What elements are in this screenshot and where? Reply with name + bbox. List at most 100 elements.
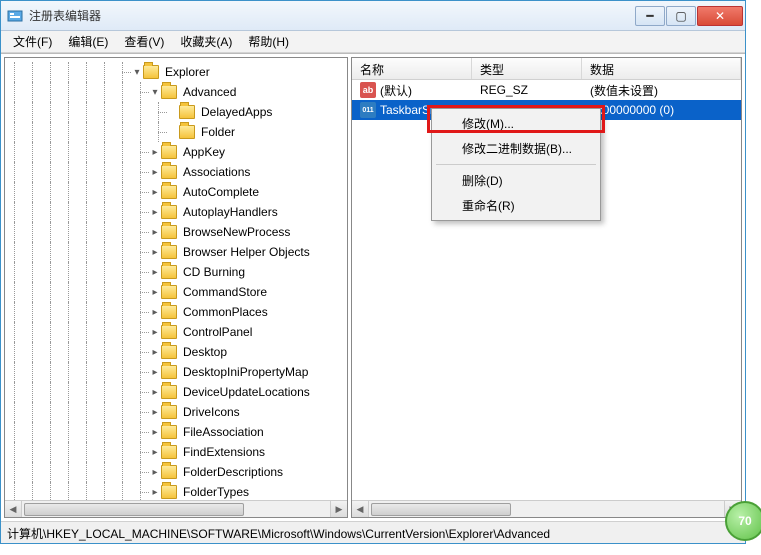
value-data: (数值未设置): [590, 82, 658, 99]
tree-toggle-icon[interactable]: ▾: [149, 87, 161, 98]
tree-item[interactable]: ▸Browser Helper Objects: [5, 242, 347, 262]
value-string-icon: [360, 82, 376, 98]
tree-item-label: BrowseNewProcess: [181, 225, 292, 239]
tree-item[interactable]: ▸CD Burning: [5, 262, 347, 282]
col-data[interactable]: 数据: [582, 58, 741, 79]
value-type: REG_SZ: [480, 83, 528, 97]
tree-item[interactable]: ▸CommandStore: [5, 282, 347, 302]
tree-item[interactable]: ▸ BrowseNewProcess: [5, 222, 347, 242]
tree-item-label: CommonPlaces: [181, 305, 270, 319]
tree-item-label: FileAssociation: [181, 425, 266, 439]
cm-rename[interactable]: 重命名(R): [434, 193, 598, 218]
tree[interactable]: ▾Explorer▾AdvancedDelayedAppsFolder▸AppK…: [5, 58, 347, 506]
maximize-button[interactable]: ▢: [666, 6, 696, 26]
tree-toggle-icon[interactable]: ▸: [149, 287, 161, 298]
folder-icon: [161, 485, 177, 499]
tree-item[interactable]: ▸ FolderDescriptions: [5, 462, 347, 482]
tree-item-label: FolderTypes: [181, 485, 251, 499]
folder-icon: [161, 245, 177, 259]
list-hscroll[interactable]: ◀ ▶: [352, 500, 741, 517]
tree-toggle-icon[interactable]: ▸: [149, 467, 161, 478]
tree-item[interactable]: Folder: [5, 122, 347, 142]
folder-icon: [161, 265, 177, 279]
tree-item-label: DesktopIniPropertyMap: [181, 365, 310, 379]
tree-toggle-icon[interactable]: ▸: [149, 167, 161, 178]
tree-toggle-icon[interactable]: ▸: [149, 147, 161, 158]
scroll-thumb[interactable]: [371, 503, 511, 516]
tree-toggle-icon[interactable]: ▸: [149, 427, 161, 438]
tree-item[interactable]: ▸ DesktopIniPropertyMap: [5, 362, 347, 382]
value-dword-icon: [360, 102, 376, 118]
folder-icon: [161, 325, 177, 339]
tree-item[interactable]: ▸ FolderTypes: [5, 482, 347, 502]
tree-item-label: FolderDescriptions: [181, 465, 285, 479]
folder-icon: [179, 125, 195, 139]
tree-item[interactable]: ▾ Advanced: [5, 82, 347, 102]
tree-item[interactable]: ▸DeviceUpdateLocations: [5, 382, 347, 402]
close-button[interactable]: ✕: [697, 6, 743, 26]
tree-toggle-icon[interactable]: ▸: [149, 207, 161, 218]
tree-toggle-icon[interactable]: ▸: [149, 227, 161, 238]
folder-icon: [161, 285, 177, 299]
folder-icon: [161, 405, 177, 419]
folder-icon: [161, 145, 177, 159]
window-title: 注册表编辑器: [29, 7, 634, 24]
folder-icon: [161, 425, 177, 439]
list-row[interactable]: (默认)REG_SZ(数值未设置): [352, 80, 741, 100]
cm-delete[interactable]: 删除(D): [434, 168, 598, 193]
col-type[interactable]: 类型: [472, 58, 582, 79]
menu-help[interactable]: 帮助(H): [240, 31, 297, 52]
tree-hscroll[interactable]: ◀ ▶: [5, 500, 347, 517]
tree-item[interactable]: ▸ControlPanel: [5, 322, 347, 342]
tree-toggle-icon[interactable]: ▸: [149, 407, 161, 418]
tree-toggle-icon[interactable]: ▾: [131, 67, 143, 78]
cm-modify-binary[interactable]: 修改二进制数据(B)...: [434, 136, 598, 161]
status-path: 计算机\HKEY_LOCAL_MACHINE\SOFTWARE\Microsof…: [7, 527, 550, 541]
scroll-left-button[interactable]: ◀: [5, 501, 22, 517]
tree-item[interactable]: ▾Explorer: [5, 62, 347, 82]
scroll-left-button[interactable]: ◀: [352, 501, 369, 517]
cm-modify[interactable]: 修改(M)...: [434, 111, 598, 136]
tree-item[interactable]: DelayedApps: [5, 102, 347, 122]
menu-view[interactable]: 查看(V): [116, 31, 172, 52]
tree-pane[interactable]: ▾Explorer▾AdvancedDelayedAppsFolder▸AppK…: [4, 57, 348, 518]
tree-item[interactable]: ▸AutoplayHandlers: [5, 202, 347, 222]
tree-toggle-icon[interactable]: ▸: [149, 247, 161, 258]
tree-item[interactable]: ▸ FileAssociation: [5, 422, 347, 442]
minimize-button[interactable]: ━: [635, 6, 665, 26]
col-name[interactable]: 名称: [352, 58, 472, 79]
tree-item[interactable]: ▸ Associations: [5, 162, 347, 182]
scroll-right-button[interactable]: ▶: [330, 501, 347, 517]
tree-toggle-icon[interactable]: ▸: [149, 387, 161, 398]
tree-item-label: Associations: [181, 165, 252, 179]
tree-item[interactable]: ▸FindExtensions: [5, 442, 347, 462]
tree-toggle-icon[interactable]: ▸: [149, 187, 161, 198]
tree-item-label: DelayedApps: [199, 105, 274, 119]
scroll-thumb[interactable]: [24, 503, 244, 516]
tree-toggle-icon[interactable]: ▸: [149, 267, 161, 278]
tree-toggle-icon[interactable]: ▸: [149, 367, 161, 378]
tree-item-label: AutoComplete: [181, 185, 261, 199]
folder-icon: [161, 365, 177, 379]
menu-file[interactable]: 文件(F): [5, 31, 60, 52]
tree-item[interactable]: ▸Desktop: [5, 342, 347, 362]
scroll-track[interactable]: [22, 501, 330, 517]
tree-item[interactable]: ▸ AutoComplete: [5, 182, 347, 202]
menu-edit[interactable]: 编辑(E): [60, 31, 116, 52]
tree-item[interactable]: ▸DriveIcons: [5, 402, 347, 422]
tree-toggle-icon[interactable]: ▸: [149, 327, 161, 338]
folder-icon: [161, 465, 177, 479]
tree-item-label: Advanced: [181, 85, 238, 99]
folder-icon: [161, 185, 177, 199]
titlebar[interactable]: 注册表编辑器 ━ ▢ ✕: [1, 1, 745, 31]
scroll-track[interactable]: [369, 501, 724, 517]
tree-toggle-icon[interactable]: ▸: [149, 307, 161, 318]
tree-toggle-icon[interactable]: ▸: [149, 347, 161, 358]
tree-item[interactable]: ▸ CommonPlaces: [5, 302, 347, 322]
menu-favorites[interactable]: 收藏夹(A): [172, 31, 240, 52]
badge: 70: [725, 501, 761, 541]
tree-toggle-icon[interactable]: ▸: [149, 487, 161, 498]
tree-item[interactable]: ▸AppKey: [5, 142, 347, 162]
tree-toggle-icon[interactable]: ▸: [149, 447, 161, 458]
folder-icon: [143, 65, 159, 79]
